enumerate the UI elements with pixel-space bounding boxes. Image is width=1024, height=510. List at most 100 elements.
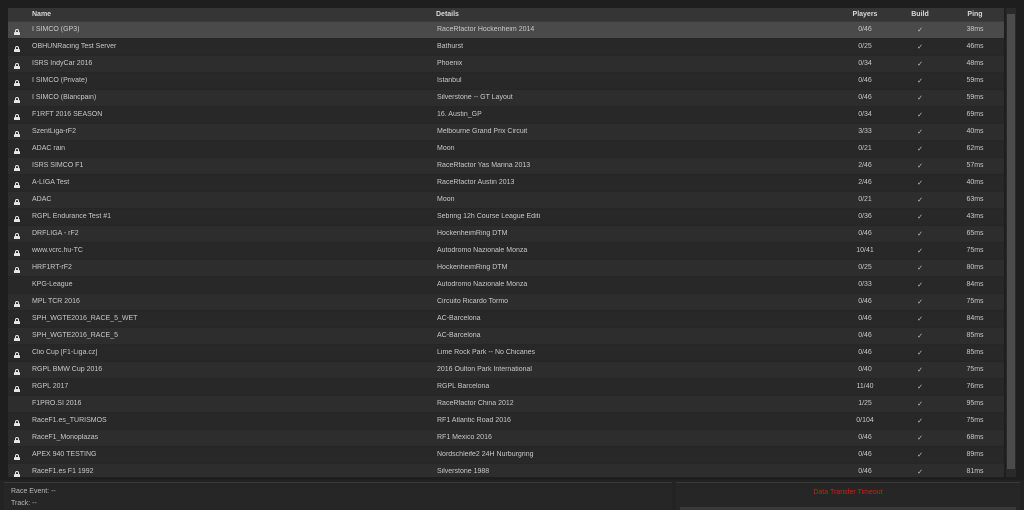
server-ping: 48ms [966, 60, 984, 67]
server-players: 0/25 [858, 264, 872, 271]
table-row[interactable]: F1PRO.SI 2016 RaceRfactor China 2012 1/25 ✓… [8, 396, 1004, 413]
server-name: RaceF1_Monoplazas [32, 434, 99, 441]
table-row[interactable]: RGPL BMW Cup 2016 2016 Oulton Park Intern… [8, 362, 1004, 379]
table-row[interactable]: RaceF1_Monoplazas RF1 Mexico 2016 0/46 ✓ 68m… [8, 430, 1004, 447]
server-ping: 59ms [966, 94, 984, 101]
table-row[interactable]: APEX 940 TESTING Nordschleife2 24H Nurbur… [8, 447, 1004, 464]
lock-cell [13, 229, 21, 239]
checkmark-icon: ✓ [917, 146, 923, 153]
server-details: Circuito Ricardo Tormo [437, 298, 509, 305]
table-row[interactable]: I SIMCO (Private) Istanbul 0/46 ✓ 59ms [8, 73, 1004, 90]
server-ping: 85ms [966, 349, 984, 356]
server-ping: 63ms [966, 196, 984, 203]
table-row[interactable]: OBHUNRacing Test Server Bathurst 0/25 ✓ 46ms [8, 39, 1004, 56]
server-details: Silverstone 1988 [437, 468, 490, 475]
table-row[interactable]: A-LIGA Test RaceRfactor Austin 2013 2/46 ✓ 4… [8, 175, 1004, 192]
table-row[interactable]: RGPL 2017 RGPL Barcelona 11/40 ✓ 76ms [8, 379, 1004, 396]
table-row[interactable]: ISRS IndyCar 2016 Phoenix 0/34 ✓ 48ms [8, 56, 1004, 73]
server-ping: 80ms [966, 264, 984, 271]
server-players: 0/46 [858, 298, 872, 305]
server-ping: 62ms [966, 145, 984, 152]
server-name: F1RFT 2016 SEASON [32, 111, 103, 118]
server-players: 3/33 [858, 128, 872, 135]
server-players: 0/46 [858, 434, 872, 441]
server-name: ISRS IndyCar 2016 [32, 60, 93, 67]
server-details: Autodromo Nazionale Monza [437, 281, 528, 288]
table-row[interactable]: ISRS SIMCO F1 RaceRfactor Yas Marina 2013… [8, 158, 1004, 175]
bottom-panel: Race Event: -- Track: -- Data Transfer T… [0, 480, 1024, 510]
server-ping: 57ms [966, 162, 984, 169]
track-label: Track: -- [11, 500, 37, 507]
checkmark-icon: ✓ [917, 231, 923, 238]
server-players: 1/25 [858, 400, 872, 407]
server-players: 2/46 [858, 162, 872, 169]
table-row[interactable]: HRF1RT-rF2 HockenheimRing DTM 0/25 ✓ 80ms [8, 260, 1004, 277]
column-header-build[interactable]: Build [907, 11, 933, 18]
lock-cell [13, 110, 21, 120]
server-players: 0/34 [858, 111, 872, 118]
server-details: AC-Barcelona [437, 315, 481, 322]
server-name: F1PRO.SI 2016 [32, 400, 82, 407]
server-ping: 81ms [966, 468, 984, 475]
status-panel: Data Transfer Timeout [676, 482, 1020, 510]
table-row[interactable]: MPL TCR 2016 Circuito Ricardo Tormo 0/46 ✓ 7… [8, 294, 1004, 311]
table-row[interactable]: I SIMCO (GP3) RaceRfactor Hockenheim 2014… [8, 22, 1004, 39]
checkmark-icon: ✓ [917, 316, 923, 323]
column-header-details[interactable]: Details [436, 11, 459, 18]
column-header-ping[interactable]: Ping [960, 11, 990, 18]
server-details: AC-Barcelona [437, 332, 481, 339]
checkmark-icon: ✓ [917, 112, 923, 119]
server-players: 0/46 [858, 451, 872, 458]
table-row[interactable]: SzentLiga-rF2 Melbourne Grand Prix Circui… [8, 124, 1004, 141]
column-header-players[interactable]: Players [846, 11, 884, 18]
table-row[interactable]: www.vcrc.hu-TC Autodromo Nazionale Monza 1… [8, 243, 1004, 260]
server-players: 0/46 [858, 332, 872, 339]
table-row[interactable]: Clio Cup [F1-Liga.cz] Lime Rock Park -- N… [8, 345, 1004, 362]
server-name: ADAC rain [32, 145, 66, 152]
table-row[interactable]: I SIMCO (Blancpain) Silverstone -- GT Lay… [8, 90, 1004, 107]
server-ping: 95ms [966, 400, 984, 407]
race-info-panel: Race Event: -- Track: -- [4, 482, 672, 510]
server-name: APEX 940 TESTING [32, 451, 97, 458]
server-details: Moon [437, 196, 455, 203]
table-row[interactable]: RGPL Endurance Test #1 Sebring 12h Course… [8, 209, 1004, 226]
table-row[interactable]: RaceF1.es_TURISMOS RF1 Atlantic Road 2016… [8, 413, 1004, 430]
table-row[interactable]: ADAC rain Moon 0/21 ✓ 62ms [8, 141, 1004, 158]
server-details: RF1 Mexico 2016 [437, 434, 492, 441]
server-ping: 46ms [966, 43, 984, 50]
checkmark-icon: ✓ [917, 78, 923, 85]
column-header-name[interactable]: Name [32, 11, 51, 18]
lock-icon [14, 335, 20, 341]
server-ping: 65ms [966, 230, 984, 237]
table-row[interactable]: RaceF1.es F1 1992 Silverstone 1988 0/46 ✓ 81… [8, 464, 1004, 477]
server-players: 0/21 [858, 145, 872, 152]
table-row[interactable]: ADAC Moon 0/21 ✓ 63ms [8, 192, 1004, 209]
server-rows: I SIMCO (GP3) RaceRfactor Hockenheim 2014… [8, 22, 1004, 477]
server-players: 2/46 [858, 179, 872, 186]
server-details: RaceRfactor Hockenheim 2014 [437, 26, 535, 33]
scrollbar-thumb[interactable] [1007, 14, 1015, 469]
lock-icon [14, 369, 20, 375]
server-players: 0/36 [858, 213, 872, 220]
server-players: 0/46 [858, 315, 872, 322]
lock-cell [13, 297, 21, 307]
server-ping: 89ms [966, 451, 984, 458]
server-name: SzentLiga-rF2 [32, 128, 76, 135]
lock-icon [14, 454, 20, 460]
vertical-scrollbar[interactable] [1006, 8, 1016, 477]
server-players: 0/46 [858, 349, 872, 356]
table-row[interactable]: SPH_WGTE2016_RACE_5 AC-Barcelona 0/46 ✓ 85ms [8, 328, 1004, 345]
table-row[interactable]: KPG-League Autodromo Nazionale Monza 0/33 ✓… [8, 277, 1004, 294]
lock-cell [13, 314, 21, 324]
server-ping: 75ms [966, 417, 984, 424]
server-details: Moon [437, 145, 455, 152]
lock-cell [13, 93, 21, 103]
server-ping: 40ms [966, 128, 984, 135]
server-details: Lime Rock Park -- No Chicanes [437, 349, 536, 356]
lock-cell [13, 212, 21, 222]
table-row[interactable]: SPH_WGTE2016_RACE_5_WET AC-Barcelona 0/46 ✓… [8, 311, 1004, 328]
table-row[interactable]: F1RFT 2016 SEASON 16. Austin_GP 0/34 ✓ 69ms [8, 107, 1004, 124]
lock-icon [14, 114, 20, 120]
table-row[interactable]: DRFLIGA - rF2 HockenheimRing DTM 0/46 ✓ 65ms [8, 226, 1004, 243]
server-ping: 84ms [966, 281, 984, 288]
